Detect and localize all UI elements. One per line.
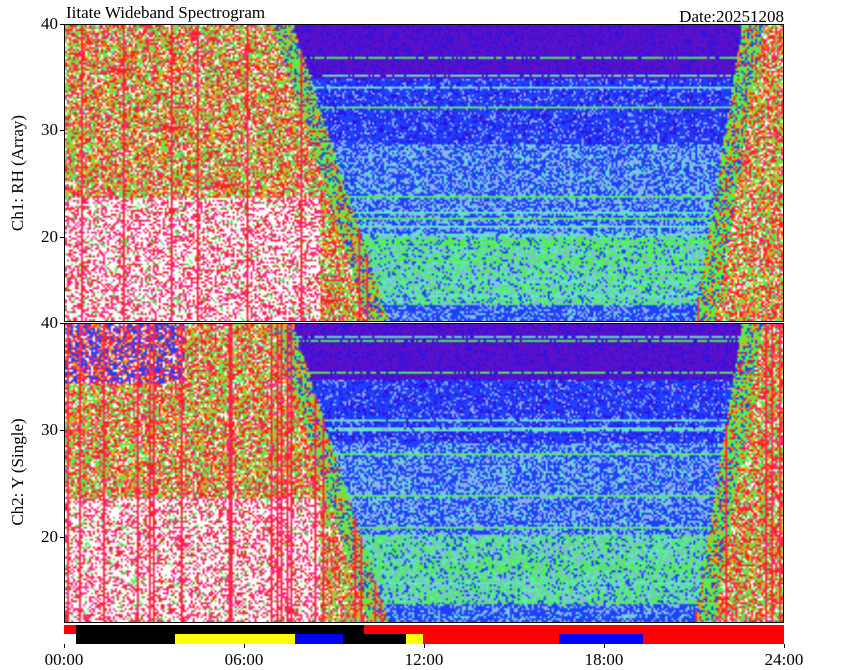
xtick-label: 24:00	[764, 650, 804, 669]
status-bar-segment	[406, 634, 423, 644]
ytick-label: 40	[41, 14, 58, 33]
ytick-mark	[60, 236, 64, 238]
xtick-mark	[604, 644, 605, 648]
ytick-label: 20	[41, 226, 58, 246]
spectrogram-canvas-ch1	[65, 25, 783, 321]
ytick-label: 30	[41, 120, 58, 140]
xtick-mark	[424, 644, 425, 648]
spectrogram-panel-ch1	[64, 24, 784, 322]
spectrogram-panel-ch2	[64, 323, 784, 623]
status-bars	[64, 625, 784, 644]
status-bar-segment	[295, 634, 343, 644]
status-bar-segment	[175, 634, 295, 644]
ytick-label: 40	[41, 313, 58, 332]
status-bar-segment	[64, 625, 76, 634]
status-bar-segment	[559, 634, 643, 644]
xtick-mark	[64, 644, 65, 648]
status-bar-segment	[76, 625, 364, 634]
xtick-label: 00:00	[44, 650, 84, 669]
ytick-mark	[60, 537, 64, 539]
ytick-label: 30	[41, 420, 58, 440]
ytick-mark	[60, 430, 64, 432]
xtick-label: 12:00	[404, 650, 444, 669]
xtick-mark	[244, 644, 245, 648]
status-bar-segment	[422, 634, 559, 644]
xtick-mark	[784, 644, 785, 648]
status-bar-segment	[643, 634, 784, 644]
spectrogram-canvas-ch2	[65, 324, 783, 622]
ytick-mark	[60, 130, 64, 132]
ylabel-ch2: Ch2: Y (Single)	[8, 418, 27, 526]
ylabel-ch1: Ch1: RH (Array)	[8, 114, 27, 232]
ytick-mark	[60, 24, 64, 25]
status-bar-segment	[343, 634, 406, 644]
xtick-label: 06:00	[224, 650, 264, 669]
status-bar-segment	[364, 625, 784, 634]
chart-title: Iitate Wideband Spectrogram	[66, 3, 266, 22]
status-bar-segment	[76, 634, 175, 644]
ytick-label: 20	[41, 527, 58, 547]
xtick-label: 18:00	[584, 650, 624, 669]
ytick-mark	[60, 323, 64, 324]
